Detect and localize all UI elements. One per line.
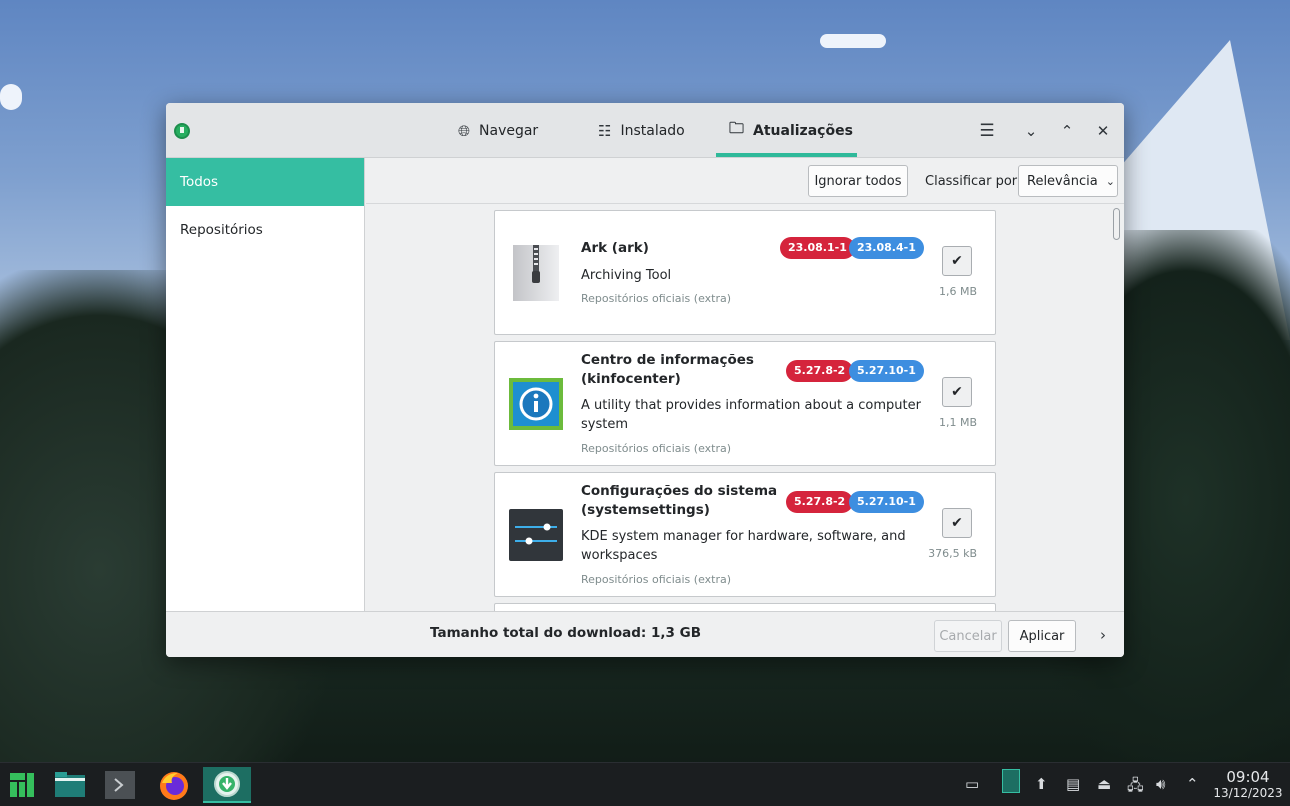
package-title: Ark (ark)	[581, 240, 649, 256]
terminal-icon[interactable]	[98, 767, 142, 803]
update-card-ark[interactable]: Ark (ark) Archiving Tool Repositórios of…	[494, 210, 996, 335]
update-checkbox[interactable]: ✔	[942, 377, 972, 407]
package-description-line1: KDE system manager for hardware, softwar…	[581, 529, 906, 544]
list-scrollbar[interactable]	[1113, 208, 1120, 240]
wallpaper-cloud	[820, 34, 886, 48]
sort-select[interactable]: Relevância ⌄	[1018, 165, 1118, 197]
cancel-button[interactable]: Cancelar	[934, 620, 1002, 652]
info-center-icon	[509, 376, 563, 432]
usb-device-icon[interactable]: ⏏	[1097, 775, 1111, 793]
new-version-badge: 5.27.10-1	[849, 491, 924, 513]
tab-label: Atualizações	[753, 122, 853, 139]
package-title-line2: (systemsettings)	[581, 502, 710, 518]
file-manager-icon[interactable]	[48, 767, 92, 803]
system-settings-icon	[509, 507, 563, 563]
pager-icon[interactable]	[1002, 769, 1020, 793]
firefox-icon[interactable]	[152, 767, 196, 803]
tab-atualizacoes[interactable]: 🗀 Atualizações	[729, 103, 853, 158]
package-title-line1: Configurações do sistema	[581, 483, 778, 499]
package-description: KDE system manager for hardware, softwar…	[581, 527, 921, 565]
clock-date: 13/12/2023	[1213, 786, 1283, 800]
package-description: Archiving Tool	[581, 268, 672, 283]
manjaro-menu-icon[interactable]	[0, 767, 44, 803]
wallpaper-cloud	[0, 84, 22, 110]
volume-icon[interactable]: 🔊︎	[1156, 775, 1165, 793]
updates-list: Ark (ark) Archiving Tool Repositórios of…	[366, 204, 1124, 611]
package-title: Configurações do sistema (systemsettings…	[581, 482, 777, 520]
package-description-line2: system	[581, 417, 628, 432]
update-card-kinfocenter[interactable]: Centro de informações (kinfocenter) A ut…	[494, 341, 996, 466]
digital-clock[interactable]: 09:04 13/12/2023	[1212, 769, 1284, 801]
download-size: 1,6 MB	[938, 285, 977, 298]
package-repository: Repositórios oficiais (extra)	[581, 573, 732, 586]
show-desktop-icon[interactable]: ▭	[965, 775, 979, 793]
update-checkbox[interactable]: ✔	[942, 508, 972, 538]
old-version-badge: 5.27.8-2	[786, 360, 854, 382]
tab-instalado[interactable]: ☷ Instalado	[598, 103, 685, 158]
update-checkbox[interactable]: ✔	[942, 246, 972, 276]
total-download-size: Tamanho total do download: 1,3 GB	[430, 625, 701, 641]
package-description: A utility that provides information abou…	[581, 396, 921, 434]
title-bar: 🌐︎ Navegar ☷ Instalado 🗀 Atualizações ☰ …	[166, 103, 1124, 158]
list-icon: ☷	[598, 121, 612, 140]
sort-label: Classificar por	[925, 174, 1018, 189]
package-description-line1: A utility that provides information abou…	[581, 398, 921, 413]
chevron-down-icon: ⌄	[1105, 174, 1115, 188]
active-tab-indicator	[716, 153, 857, 157]
discover-taskbar-icon[interactable]	[203, 767, 251, 803]
update-notifier-icon[interactable]: ⬆	[1035, 775, 1048, 793]
network-icon[interactable]: 🖧	[1127, 775, 1144, 800]
package-title-line2: (kinfocenter)	[581, 371, 681, 387]
update-card-systemsettings[interactable]: Configurações do sistema (systemsettings…	[494, 472, 996, 597]
download-size: 376,5 kB	[928, 547, 977, 560]
maximize-icon[interactable]: ⌃	[1056, 120, 1078, 142]
package-repository: Repositórios oficiais (extra)	[581, 292, 732, 305]
archive-zipper-icon	[509, 245, 563, 301]
tray-expand-icon[interactable]: ⌃	[1186, 775, 1199, 793]
old-version-badge: 5.27.8-2	[786, 491, 854, 513]
discover-app-icon	[174, 123, 190, 139]
tab-label: Navegar	[479, 122, 539, 139]
sidebar-item-repositorios[interactable]: Repositórios	[166, 206, 364, 254]
tab-navegar[interactable]: 🌐︎ Navegar	[458, 103, 538, 158]
package-repository: Repositórios oficiais (extra)	[581, 442, 732, 455]
update-card-partial[interactable]	[494, 603, 996, 611]
discover-window: 🌐︎ Navegar ☷ Instalado 🗀 Atualizações ☰ …	[166, 103, 1124, 657]
chevron-right-icon[interactable]: ›	[1092, 624, 1114, 646]
updates-toolbar: Ignorar todos Classificar por Relevância…	[366, 158, 1124, 204]
download-size: 1,1 MB	[938, 416, 977, 429]
sidebar: Todos Repositórios	[166, 158, 365, 611]
close-icon[interactable]: ✕	[1092, 120, 1114, 142]
tab-label: Instalado	[620, 122, 685, 139]
old-version-badge: 23.08.1-1	[780, 237, 855, 259]
taskbar: ▭ ⬆ ▤ ⏏ 🖧 🔊︎ ⌃ 09:04 13/12/2023	[0, 762, 1290, 806]
sidebar-item-todos[interactable]: Todos	[166, 158, 364, 206]
package-title: Centro de informações (kinfocenter)	[581, 351, 754, 389]
clock-time: 09:04	[1226, 768, 1270, 786]
minimize-icon[interactable]: ⌄	[1020, 120, 1042, 142]
package-title-line1: Centro de informações	[581, 352, 754, 368]
folder-update-icon: 🗀	[729, 119, 745, 137]
footer-bar: Tamanho total do download: 1,3 GB Cancel…	[166, 611, 1124, 657]
sort-value: Relevância	[1027, 173, 1098, 189]
new-version-badge: 5.27.10-1	[849, 360, 924, 382]
hamburger-menu-icon[interactable]: ☰	[976, 120, 998, 142]
apply-button[interactable]: Aplicar	[1008, 620, 1076, 652]
ignore-all-button[interactable]: Ignorar todos	[808, 165, 908, 197]
new-version-badge: 23.08.4-1	[849, 237, 924, 259]
clipboard-icon[interactable]: ▤	[1066, 775, 1080, 793]
package-description-line2: workspaces	[581, 548, 658, 563]
globe-icon: 🌐︎	[458, 121, 471, 140]
